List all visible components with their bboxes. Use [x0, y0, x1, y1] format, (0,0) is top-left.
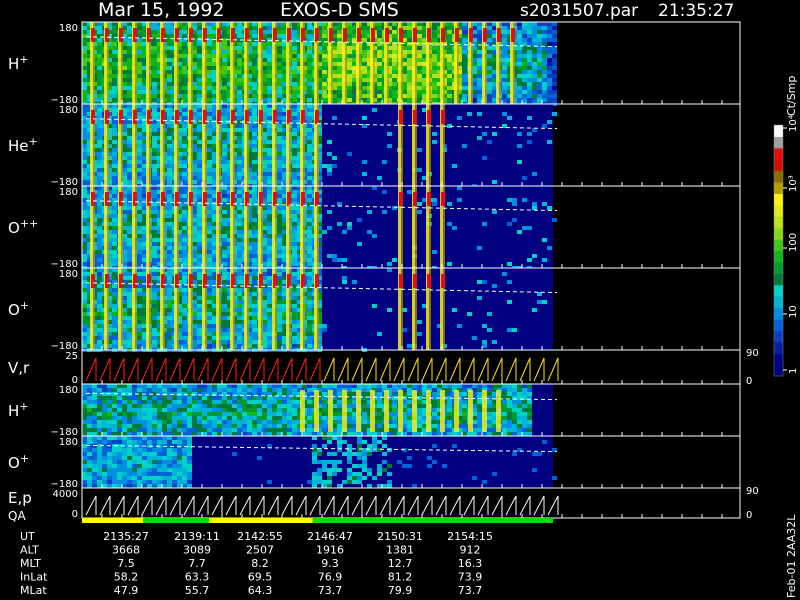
- orbit-value: 79.9: [388, 584, 413, 597]
- colorbar-tick-label: 10: [788, 305, 799, 318]
- colorbar-swatch: [774, 364, 783, 377]
- colorbar-swatch: [774, 136, 783, 149]
- orbit-row-label: ALT: [20, 544, 39, 557]
- orbit-value: 2139:11: [174, 530, 220, 543]
- y-tick-top: 25: [65, 351, 78, 362]
- colorbar-swatch: [774, 330, 783, 343]
- orbit-row-label: MLT: [20, 557, 41, 570]
- header-time: 21:35:27: [658, 1, 734, 21]
- orbit-row-label: UT: [20, 530, 35, 543]
- colorbar-swatch: [774, 307, 783, 320]
- footer-vertical-label: Feb-01 2AA32L: [785, 514, 798, 598]
- colorbar-label: Ct/Smp: [785, 76, 798, 116]
- orbit-value: 58.2: [114, 571, 139, 584]
- orbit-value: 16.3: [458, 557, 483, 570]
- orbit-value: 7.7: [188, 557, 206, 570]
- colorbar-swatch: [774, 147, 783, 160]
- panel-label: V,r: [8, 359, 30, 377]
- qa-segment: [209, 518, 313, 523]
- colorbar-swatch: [774, 239, 783, 251]
- orbit-value: 64.3: [248, 584, 273, 597]
- orbit-value: 9.3: [321, 557, 339, 570]
- orbit-value: 2507: [246, 544, 274, 557]
- colorbar-tick-label: 10⁴: [788, 115, 799, 132]
- y-tick-top: 180: [59, 23, 78, 34]
- y-tick-top: 4000: [53, 489, 78, 500]
- orbit-value: 3668: [112, 544, 140, 557]
- colorbar-swatch: [774, 216, 783, 229]
- y-tick-top: 180: [59, 385, 78, 396]
- qa-bar: [82, 518, 553, 523]
- colorbar-swatch: [774, 353, 783, 366]
- orbit-value: 69.5: [248, 571, 273, 584]
- orbit-value: 2135:27: [103, 530, 149, 543]
- colorbar-swatch: [774, 341, 783, 354]
- panel-label: E,p: [8, 489, 32, 507]
- qa-segment: [143, 518, 210, 523]
- header-date: Mar 15, 1992: [98, 0, 225, 21]
- colorbar-swatch: [774, 250, 783, 263]
- y-tick-top: 180: [59, 105, 78, 116]
- colorbar-tick-label: 100: [788, 233, 799, 252]
- orbit-value: 73.7: [318, 584, 343, 597]
- orbit-value: 8.2: [251, 557, 269, 570]
- right-tick-bottom: 0: [746, 376, 752, 387]
- orbit-value: 3089: [183, 544, 211, 557]
- colorbar-swatch: [774, 284, 783, 297]
- orbit-value: 912: [460, 544, 481, 557]
- orbit-value: 73.7: [458, 584, 483, 597]
- orbit-value: 1916: [316, 544, 344, 557]
- qa-segment: [312, 518, 553, 523]
- y-tick-top: 180: [59, 187, 78, 198]
- orbit-value: 63.3: [185, 571, 210, 584]
- orbit-value: 2154:15: [447, 530, 493, 543]
- colorbar-swatch: [774, 159, 783, 172]
- colorbar-swatch: [774, 204, 783, 217]
- orbit-value: 7.5: [117, 557, 135, 570]
- right-tick-top: 90: [746, 348, 759, 359]
- sms-spectrogram-plot: Mar 15, 1992 EXOS-D SMS s2031507.par 21:…: [0, 0, 800, 600]
- colorbar-tick-label: 1: [788, 368, 799, 374]
- y-tick-top: 180: [59, 437, 78, 448]
- panel-sublabel: QA: [8, 509, 26, 523]
- y-tick-bottom: 0: [72, 509, 78, 520]
- colorbar-swatch: [774, 296, 783, 309]
- colorbar-swatch: [774, 273, 783, 286]
- qa-segment: [82, 518, 144, 523]
- colorbar-swatch: [774, 227, 783, 240]
- orbit-value: 81.2: [388, 571, 413, 584]
- orbit-value: 47.9: [114, 584, 139, 597]
- orbit-value: 76.9: [318, 571, 343, 584]
- orbit-value: 1381: [386, 544, 414, 557]
- colorbar-swatch: [774, 193, 783, 206]
- right-tick-bottom: 0: [746, 510, 752, 521]
- orbit-value: 2142:55: [237, 530, 283, 543]
- colorbar-swatch: [774, 125, 783, 137]
- header-instrument: EXOS-D SMS: [280, 0, 399, 21]
- orbit-value: 2146:47: [307, 530, 353, 543]
- orbit-value: 2150:31: [377, 530, 423, 543]
- orbit-value: 73.9: [458, 571, 483, 584]
- colorbar-swatch: [774, 170, 783, 183]
- colorbar-swatch: [774, 261, 783, 274]
- colorbar-swatch: [774, 182, 783, 194]
- orbit-value: 55.7: [185, 584, 210, 597]
- orbit-row-label: MLat: [20, 584, 47, 597]
- colorbar-tick-label: 10³: [788, 175, 799, 192]
- header-file: s2031507.par: [520, 1, 638, 21]
- y-tick-top: 180: [59, 269, 78, 280]
- colorbar-swatch: [774, 318, 783, 331]
- orbit-value: 12.7: [388, 557, 413, 570]
- orbit-row-label: InLat: [20, 571, 48, 584]
- right-tick-top: 90: [746, 486, 759, 497]
